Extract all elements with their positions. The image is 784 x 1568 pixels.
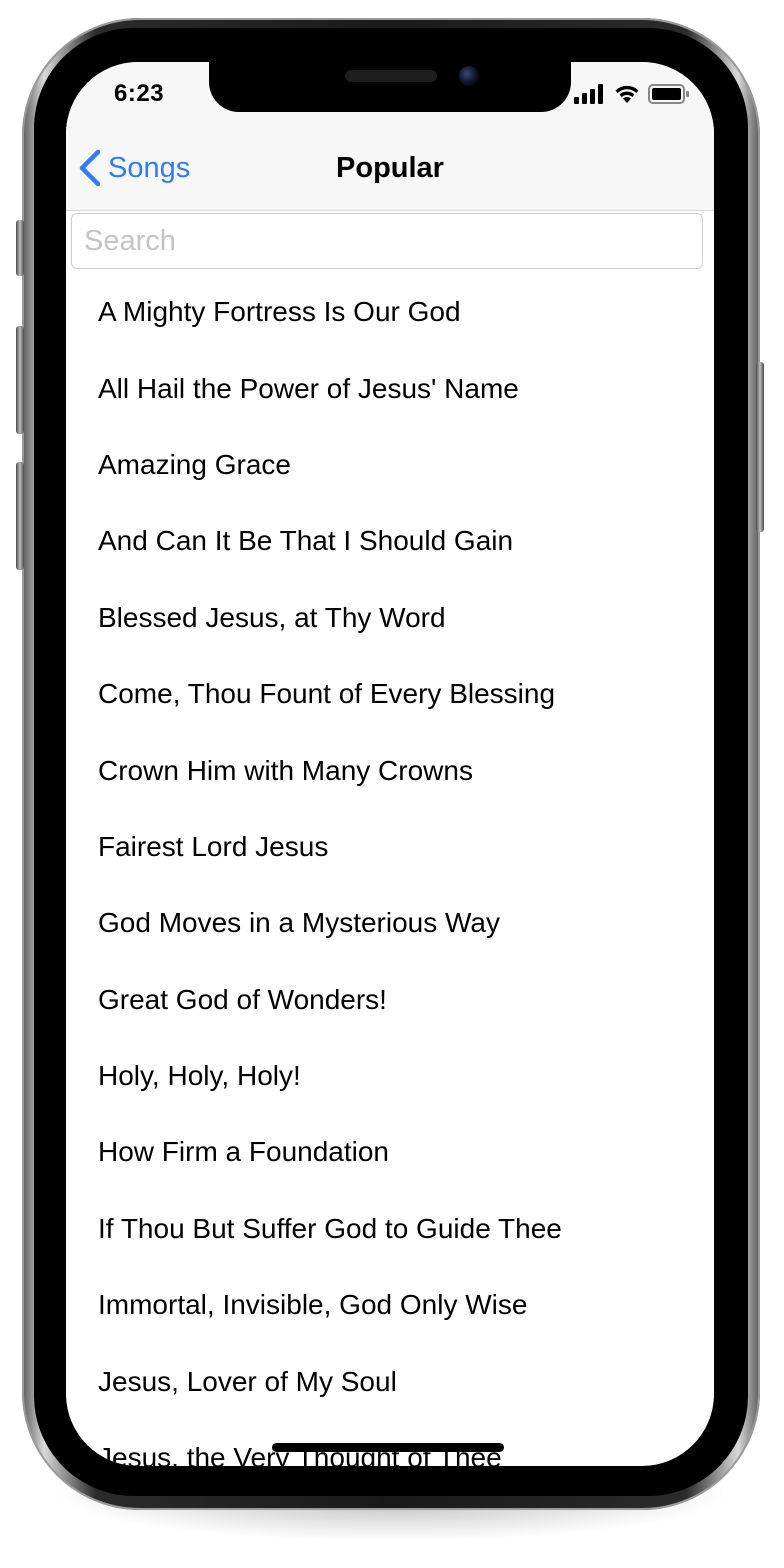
- chevron-left-icon: [79, 149, 101, 187]
- list-item[interactable]: Jesus, Lover of My Soul: [66, 1343, 714, 1419]
- screen: 6:23 Songs Popular Search A Mighty Fortr…: [66, 62, 714, 1466]
- home-indicator[interactable]: [272, 1443, 504, 1452]
- list-item[interactable]: Crown Him with Many Crowns: [66, 732, 714, 808]
- list-item[interactable]: All Hail the Power of Jesus' Name: [66, 350, 714, 426]
- silent-switch: [16, 220, 24, 276]
- device-mockup: 6:23 Songs Popular Search A Mighty Fortr…: [0, 0, 784, 1568]
- list-item[interactable]: Immortal, Invisible, God Only Wise: [66, 1267, 714, 1343]
- back-button-label: Songs: [108, 151, 191, 184]
- notch: [209, 62, 571, 112]
- volume-up-button: [16, 326, 24, 434]
- status-time: 6:23: [114, 80, 165, 107]
- list-item[interactable]: A Mighty Fortress Is Our God: [66, 274, 714, 350]
- search-input[interactable]: [72, 214, 702, 268]
- power-button: [756, 362, 764, 532]
- volume-down-button: [16, 462, 24, 570]
- song-list: A Mighty Fortress Is Our God All Hail th…: [66, 274, 714, 1466]
- list-item[interactable]: Blessed Jesus, at Thy Word: [66, 580, 714, 656]
- list-item[interactable]: Amazing Grace: [66, 427, 714, 503]
- list-item[interactable]: Fairest Lord Jesus: [66, 809, 714, 885]
- list-item[interactable]: And Can It Be That I Should Gain: [66, 503, 714, 579]
- list-item[interactable]: How Firm a Foundation: [66, 1114, 714, 1190]
- navigation-bar: Songs Popular: [66, 126, 714, 211]
- list-item[interactable]: If Thou But Suffer God to Guide Thee: [66, 1191, 714, 1267]
- back-button[interactable]: Songs: [76, 148, 190, 188]
- list-item[interactable]: Come, Thou Fount of Every Blessing: [66, 656, 714, 732]
- status-icons: [574, 84, 690, 104]
- list-item[interactable]: Great God of Wonders!: [66, 962, 714, 1038]
- front-camera: [459, 66, 479, 86]
- list-item[interactable]: Holy, Holy, Holy!: [66, 1038, 714, 1114]
- list-item[interactable]: God Moves in a Mysterious Way: [66, 885, 714, 961]
- wifi-icon: [615, 85, 639, 103]
- search-box: [71, 213, 703, 269]
- cellular-signal-icon: [574, 84, 603, 104]
- battery-icon: [648, 84, 689, 104]
- earpiece-speaker: [345, 70, 437, 82]
